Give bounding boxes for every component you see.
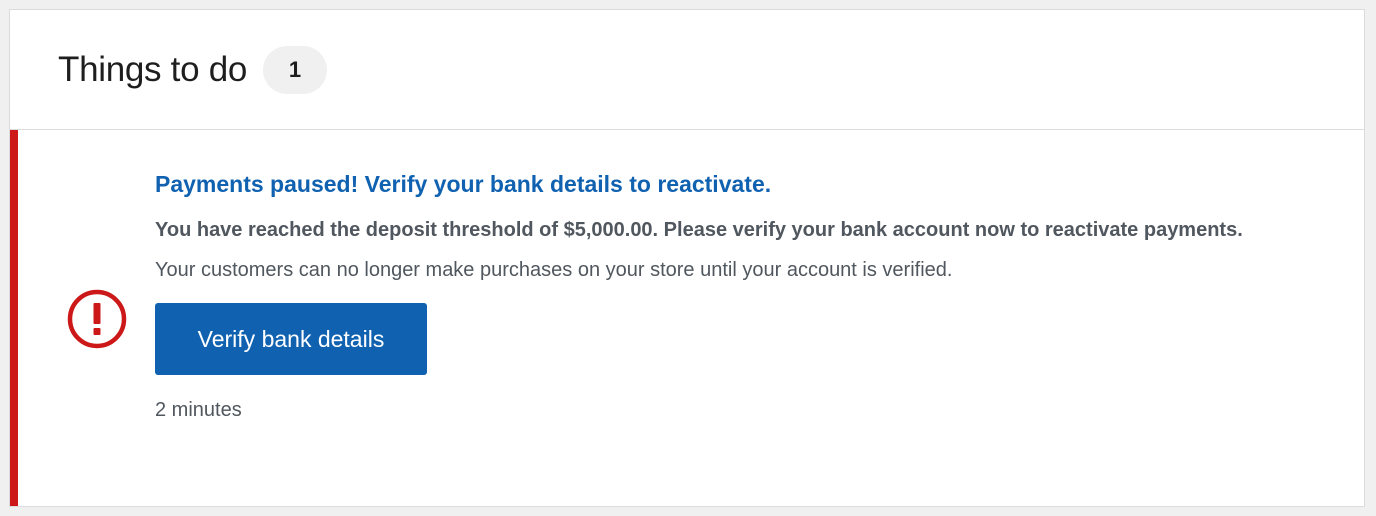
task-description-rest: Your customers can no longer make purcha… [155, 259, 953, 281]
task-description-bold: You have reached the deposit threshold o… [155, 219, 1243, 241]
things-to-do-card: Things to do 1 Payments paused! Verify y… [9, 9, 1365, 507]
task-count-badge: 1 [263, 45, 328, 94]
task-time-estimate: 2 minutes [155, 399, 242, 421]
alert-circle-icon [67, 289, 127, 349]
card-title: Things to do [58, 49, 248, 89]
task-body: Payments paused! Verify your bank detail… [155, 164, 1285, 425]
task-title[interactable]: Payments paused! Verify your bank detail… [155, 164, 1285, 204]
verify-bank-details-button[interactable]: Verify bank details [155, 303, 427, 375]
task-description: You have reached the deposit threshold o… [155, 210, 1285, 290]
task-item[interactable]: Payments paused! Verify your bank detail… [10, 130, 1364, 506]
card-header: Things to do 1 [10, 10, 1364, 130]
